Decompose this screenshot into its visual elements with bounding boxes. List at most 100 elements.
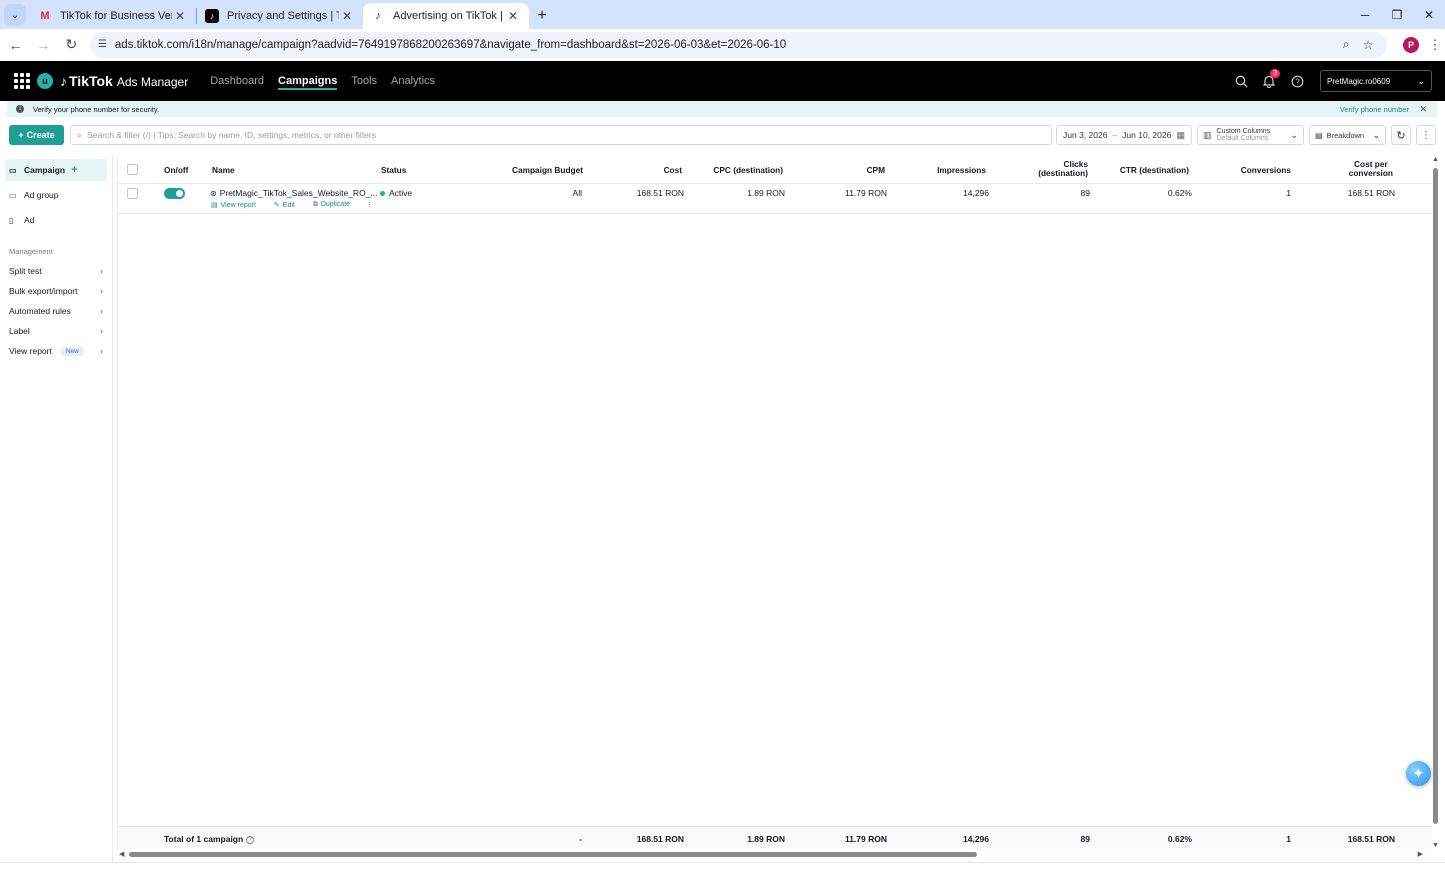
browser-tab-1[interactable]: M TikTok for Business Verification ✕ — [30, 3, 196, 29]
back-icon[interactable]: ← — [3, 32, 28, 57]
sidebar-link-bulk-export-import[interactable]: Bulk export/import › — [0, 281, 112, 301]
col-conversions[interactable]: Conversions — [1241, 165, 1291, 175]
nav-tools[interactable]: Tools — [351, 61, 377, 101]
add-campaign-icon[interactable]: + — [71, 164, 77, 176]
col-clicks[interactable]: Clicks (destination) — [1038, 160, 1088, 178]
browser-tab-3-active[interactable]: ♪ Advertising on TikTok | TikTok A ✕ — [363, 3, 529, 29]
select-all-checkbox[interactable] — [127, 164, 138, 175]
tab-search-chevron-icon[interactable]: ⌄ — [4, 4, 26, 26]
table-header: On/off Name Status Campaign Budget Cost … — [118, 156, 1432, 184]
col-cost[interactable]: Cost — [664, 165, 682, 175]
account-selector[interactable]: PretMagic.ro0609 ⌄ — [1320, 70, 1432, 92]
col-impressions[interactable]: Impressions — [937, 165, 986, 175]
campaign-toggle[interactable] — [164, 188, 185, 199]
col-cpc[interactable]: CPC (destination) — [713, 165, 783, 175]
url-text[interactable]: ads.tiktok.com/i18n/manage/campaign?aadv… — [115, 39, 1335, 51]
sidebar-item-ad-group[interactable]: ▭ Ad group — [5, 184, 107, 206]
col-onoff[interactable]: On/off — [164, 165, 188, 175]
sidebar-link-label[interactable]: Label › — [0, 321, 112, 341]
close-icon[interactable]: ✕ — [1419, 104, 1427, 115]
breakdown-label: Breakdown — [1326, 130, 1365, 140]
col-campaign-budget[interactable]: Campaign Budget — [512, 165, 583, 175]
window-controls: ─ ❐ ✕ — [1349, 0, 1445, 29]
search-icon[interactable] — [1227, 67, 1255, 95]
view-report-link[interactable]: ▤ View report — [211, 201, 265, 209]
close-icon[interactable]: ✕ — [172, 9, 188, 23]
create-button[interactable]: + Create — [9, 125, 64, 145]
more-vertical-icon[interactable]: ⋮ — [366, 201, 373, 209]
total-cost: 168.51 RON — [636, 834, 684, 844]
horizontal-scroll-thumb[interactable] — [129, 852, 977, 857]
scroll-down-icon[interactable]: ▼ — [1432, 842, 1439, 849]
custom-columns-dropdown[interactable]: ▥ Custom Columns Default Columns ⌄ — [1197, 125, 1304, 145]
date-range-picker[interactable]: Jun 3, 2026 – Jun 10, 2026 ▦ — [1056, 125, 1192, 145]
nav-dashboard[interactable]: Dashboard — [210, 61, 264, 101]
profile-avatar[interactable]: P — [1403, 36, 1420, 53]
browser-toolbar: ← → ↻ ☰ ads.tiktok.com/i18n/manage/campa… — [0, 29, 1445, 60]
vertical-scrollbar[interactable]: ▲ ▼ — [1432, 156, 1440, 849]
nav-analytics[interactable]: Analytics — [391, 61, 435, 101]
horizontal-scrollbar[interactable]: ◀ ▶ — [117, 850, 1431, 859]
address-bar[interactable]: ☰ ads.tiktok.com/i18n/manage/campaign?aa… — [89, 31, 1388, 58]
close-icon[interactable]: ✕ — [505, 9, 521, 23]
bookmark-star-icon[interactable]: ☆ — [1357, 38, 1379, 52]
breakdown-dropdown[interactable]: ▤ Breakdown ⌄ — [1309, 125, 1386, 145]
verify-phone-link[interactable]: Verify phone number — [1340, 105, 1409, 114]
sidebar-link-split-test[interactable]: Split test › — [0, 261, 112, 281]
chevron-down-icon: ⌄ — [1372, 129, 1380, 140]
row-checkbox[interactable] — [127, 188, 138, 199]
col-cpm[interactable]: CPM — [867, 165, 885, 175]
more-options-button[interactable]: ⋮ — [1416, 125, 1436, 145]
col-ctr[interactable]: CTR (destination) — [1120, 165, 1189, 175]
notification-bell-icon[interactable]: 3 — [1255, 67, 1283, 95]
col-status[interactable]: Status — [381, 165, 406, 175]
scroll-up-icon[interactable]: ▲ — [1432, 156, 1439, 163]
nav-campaigns[interactable]: Campaigns — [278, 61, 338, 101]
reload-icon[interactable]: ↻ — [59, 32, 84, 57]
apps-grid-icon[interactable] — [13, 72, 31, 90]
col-cost-per-conversion[interactable]: Cost per conversion — [1349, 160, 1393, 178]
search-filter-input[interactable]: ⌕ Search & filter (/) | Tips: Search by … — [70, 125, 1052, 145]
sidebar-item-label: Ad — [24, 215, 35, 225]
columns-subtitle: Default Columns — [1216, 135, 1269, 142]
row-actions: ▤ View report ✎ Edit ⧉ Duplicate ⋮ — [211, 201, 382, 209]
close-icon[interactable]: ✕ — [339, 9, 355, 23]
help-icon[interactable]: ? — [1283, 67, 1311, 95]
folder-icon: ▭ — [9, 190, 17, 200]
edit-link[interactable]: ✎ Edit — [274, 201, 304, 209]
sidebar-item-campaign[interactable]: ▭ Campaign + — [5, 159, 107, 181]
scroll-right-icon[interactable]: ▶ — [1418, 850, 1423, 858]
col-name[interactable]: Name — [212, 165, 235, 175]
zoom-icon[interactable]: ⌕ — [1335, 37, 1357, 52]
duplicate-link[interactable]: ⧉ Duplicate — [313, 201, 359, 209]
duplicate-icon: ⧉ — [312, 201, 318, 208]
new-tab-icon[interactable]: + — [529, 3, 555, 29]
forward-icon[interactable]: → — [31, 32, 56, 57]
sidebar-item-ad[interactable]: ▯ Ad — [5, 209, 107, 231]
minimize-icon[interactable]: ─ — [1349, 0, 1381, 29]
status-cell: Active — [380, 188, 412, 198]
info-icon: i — [16, 105, 24, 113]
sidebar-link-view-report[interactable]: View report New › — [0, 341, 112, 361]
total-conversions: 1 — [1286, 834, 1291, 844]
ad-icon: ▯ — [9, 215, 14, 225]
browser-tab-2[interactable]: ♪ Privacy and Settings | TikTok ✕ — [197, 3, 363, 29]
gmail-icon: M — [40, 10, 50, 22]
restore-icon[interactable]: ❐ — [1381, 0, 1413, 29]
refresh-button[interactable]: ↻ — [1391, 125, 1411, 145]
tiktok-ads-logo[interactable]: ♪ TikTok Ads Manager — [60, 73, 188, 89]
help-circle-icon[interactable]: ? — [246, 835, 255, 844]
ai-assistant-sparkle-icon[interactable]: ✦ — [1406, 761, 1431, 786]
chevron-down-icon: ⌄ — [1290, 129, 1298, 140]
scroll-left-icon[interactable]: ◀ — [119, 850, 124, 858]
campaign-name[interactable]: ⊛ PretMagic_TikTok_Sales_Website_RO_... — [210, 188, 378, 198]
sidebar-link-automated-rules[interactable]: Automated rules › — [0, 301, 112, 321]
site-info-icon[interactable]: ☰ — [98, 39, 107, 50]
vertical-scroll-thumb[interactable] — [1433, 168, 1438, 824]
browser-menu-icon[interactable]: ⋮ — [1425, 37, 1445, 53]
sidebar-item-label: Campaign — [24, 165, 66, 175]
user-avatar[interactable]: u — [37, 73, 53, 89]
close-window-icon[interactable]: ✕ — [1413, 0, 1445, 29]
search-icon: ⌕ — [77, 129, 83, 140]
tiktok-logo-icon: ♪ — [60, 73, 67, 89]
